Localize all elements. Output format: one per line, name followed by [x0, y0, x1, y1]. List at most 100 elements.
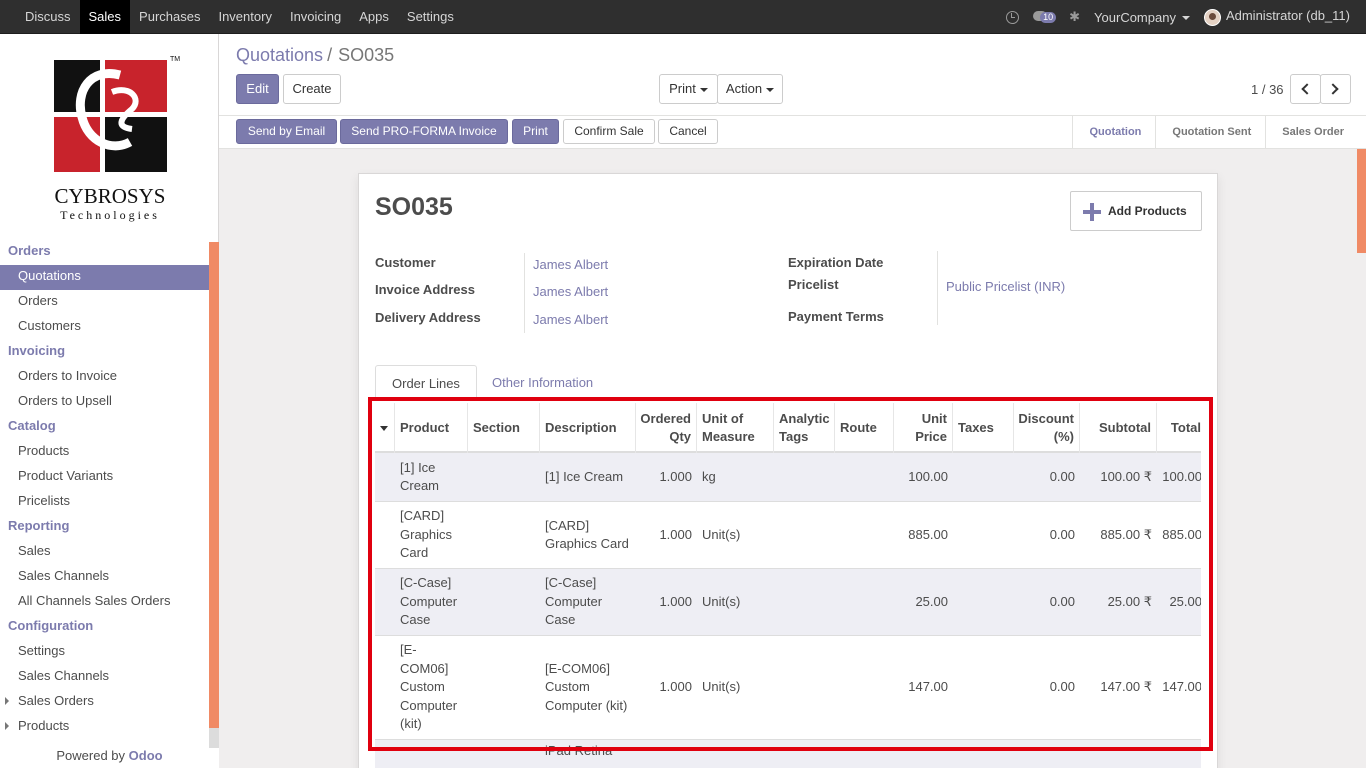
- cell-qty: 1.000: [659, 593, 692, 609]
- sidebar-label: Catalog: [8, 418, 56, 433]
- app-menu-settings[interactable]: Settings: [398, 0, 463, 34]
- delivery-address-value[interactable]: James Albert: [533, 312, 608, 327]
- cancel-button[interactable]: Cancel: [658, 119, 718, 144]
- sidebar-scrollbar-thumb[interactable]: [209, 242, 219, 728]
- delivery-address-label: Delivery Address: [375, 310, 481, 325]
- notebook-tabs: Order Lines Other Information: [375, 365, 1203, 399]
- column-header-analytic-tags[interactable]: Analytic Tags: [774, 403, 835, 453]
- cell-product: [C-Case] Computer Case: [400, 575, 458, 628]
- messaging-icon[interactable]: 10: [1033, 10, 1057, 24]
- sidebar-label: Reporting: [8, 518, 70, 533]
- user-menu[interactable]: Administrator (db_11): [1203, 8, 1350, 26]
- sidebar-label: Products: [18, 443, 70, 458]
- cell-qty: 1.000: [659, 526, 692, 542]
- status-step-sales-order[interactable]: Sales Order: [1265, 116, 1358, 148]
- send-proforma-button[interactable]: Send PRO-FORMA Invoice: [340, 119, 508, 144]
- cell-subtotal: 885.00 ₹: [1100, 526, 1152, 542]
- column-header-taxes[interactable]: Taxes: [953, 403, 1014, 453]
- sidebar-label: All Channels Sales Orders: [18, 593, 171, 608]
- cell-product: [CARD] Graphics Card: [400, 508, 453, 561]
- column-header-subtotal[interactable]: Subtotal: [1080, 403, 1157, 453]
- pager-previous-button[interactable]: [1290, 74, 1321, 104]
- app-menu-purchases[interactable]: Purchases: [130, 0, 209, 34]
- invoice-address-label: Invoice Address: [375, 282, 475, 297]
- debug-bug-icon[interactable]: ✱: [1069, 9, 1080, 25]
- column-header-route[interactable]: Route: [835, 403, 894, 453]
- app-menu-discuss[interactable]: Discuss: [16, 0, 80, 34]
- table-row[interactable]: iPad Retina: [375, 740, 1201, 768]
- status-step-quotation-sent[interactable]: Quotation Sent: [1155, 116, 1265, 148]
- sidebar-item-quotations[interactable]: Quotations: [0, 265, 209, 290]
- sidebar-item-all-channels-sales-orders[interactable]: All Channels Sales Orders: [0, 590, 209, 615]
- breadcrumb-quotations-link[interactable]: Quotations: [236, 45, 323, 65]
- sidebar-item-products[interactable]: Products: [0, 440, 209, 465]
- sidebar-item-products[interactable]: Products: [0, 715, 209, 740]
- action-dropdown[interactable]: Action: [717, 74, 783, 104]
- pager-value[interactable]: 1 / 36: [1251, 82, 1284, 97]
- activity-clock-icon[interactable]: [1006, 10, 1020, 24]
- customer-value[interactable]: James Albert: [533, 257, 608, 272]
- company-switcher[interactable]: YourCompany: [1094, 10, 1190, 25]
- content-scrollbar[interactable]: [1356, 149, 1366, 768]
- status-step-quotation[interactable]: Quotation: [1072, 116, 1155, 148]
- sidebar-item-product-variants[interactable]: Product Variants: [0, 465, 209, 490]
- edit-button[interactable]: Edit: [236, 74, 279, 104]
- sidebar-item-customers[interactable]: Customers: [0, 315, 209, 340]
- cell-discount: 0.00: [1049, 468, 1075, 484]
- content-scrollbar-thumb[interactable]: [1357, 149, 1366, 253]
- add-products-button[interactable]: Add Products: [1070, 191, 1202, 231]
- sidebar-item-orders-to-upsell[interactable]: Orders to Upsell: [0, 390, 209, 415]
- cell-description: [C-Case] Computer Case: [545, 575, 603, 628]
- sidebar-item-sales-channels[interactable]: Sales Channels: [0, 665, 209, 690]
- sidebar-item-settings[interactable]: Settings: [0, 640, 209, 665]
- cell-product: [E-COM06] Custom Computer (kit): [400, 642, 458, 732]
- app-menu-invoicing[interactable]: Invoicing: [281, 0, 350, 34]
- tab-order-lines[interactable]: Order Lines: [375, 365, 477, 399]
- app-menu-apps[interactable]: Apps: [350, 0, 398, 34]
- caret-down-icon: [380, 425, 388, 431]
- caret-right-icon: [5, 722, 9, 730]
- column-header-description[interactable]: Description: [540, 403, 636, 453]
- sidebar-item-orders[interactable]: Orders: [0, 290, 209, 315]
- print-button[interactable]: Print: [512, 119, 559, 144]
- invoice-address-value[interactable]: James Albert: [533, 284, 608, 299]
- create-button[interactable]: Create: [283, 74, 341, 104]
- sidebar-item-sales[interactable]: Sales: [0, 540, 209, 565]
- sidebar-scrollbar[interactable]: [209, 242, 219, 748]
- payment-terms-label: Payment Terms: [788, 309, 884, 324]
- sidebar-item-orders-to-invoice[interactable]: Orders to Invoice: [0, 365, 209, 390]
- print-dropdown-label: Print: [669, 81, 696, 96]
- column-header-discount[interactable]: Discount (%): [1014, 403, 1080, 453]
- app-menu-sales[interactable]: Sales: [79, 0, 131, 34]
- pricelist-value[interactable]: Public Pricelist (INR): [946, 279, 1065, 294]
- tab-other-information[interactable]: Other Information: [476, 365, 609, 399]
- column-header-product[interactable]: Product: [395, 403, 468, 453]
- cell-discount: 0.00: [1049, 679, 1075, 695]
- table-row[interactable]: [1] Ice Cream [1] Ice Cream 1.000 kg 100.00 0…: [375, 453, 1201, 502]
- sort-handle-header[interactable]: [375, 403, 395, 453]
- expiration-date-label: Expiration Date: [788, 255, 884, 270]
- column-header-total[interactable]: Total: [1157, 403, 1201, 453]
- column-header-section[interactable]: Section: [468, 403, 540, 453]
- table-row[interactable]: [CARD] Graphics Card [CARD] Graphics Card…: [375, 502, 1201, 569]
- breadcrumb-current: SO035: [338, 45, 395, 65]
- sidebar-item-sales-orders[interactable]: Sales Orders: [0, 690, 209, 715]
- table-row[interactable]: [C-Case] Computer Case [C-Case] Computer …: [375, 569, 1201, 636]
- cell-discount: 0.00: [1049, 593, 1075, 609]
- confirm-sale-button[interactable]: Confirm Sale: [563, 119, 655, 144]
- cell-total: [1157, 740, 1201, 768]
- sidebar-item-sales-channels[interactable]: Sales Channels: [0, 565, 209, 590]
- send-by-email-button[interactable]: Send by Email: [236, 119, 337, 144]
- cell-subtotal: 100.00 ₹: [1100, 468, 1152, 484]
- chevron-left-icon: [1301, 83, 1313, 95]
- sidebar-item-pricelists[interactable]: Pricelists: [0, 490, 209, 515]
- column-header-unit-of-measure[interactable]: Unit of Measure: [697, 403, 774, 453]
- table-row[interactable]: [E-COM06] Custom Computer (kit) [E-COM06]…: [375, 636, 1201, 740]
- powered-brand-link[interactable]: Odoo: [129, 748, 163, 763]
- sidebar-label: Sales: [18, 543, 51, 558]
- print-dropdown[interactable]: Print: [659, 74, 718, 104]
- column-header-unit-price[interactable]: Unit Price: [894, 403, 953, 453]
- app-menu-inventory[interactable]: Inventory: [209, 0, 280, 34]
- pager-next-button[interactable]: [1320, 74, 1351, 104]
- column-header-ordered-qty[interactable]: Ordered Qty: [636, 403, 697, 453]
